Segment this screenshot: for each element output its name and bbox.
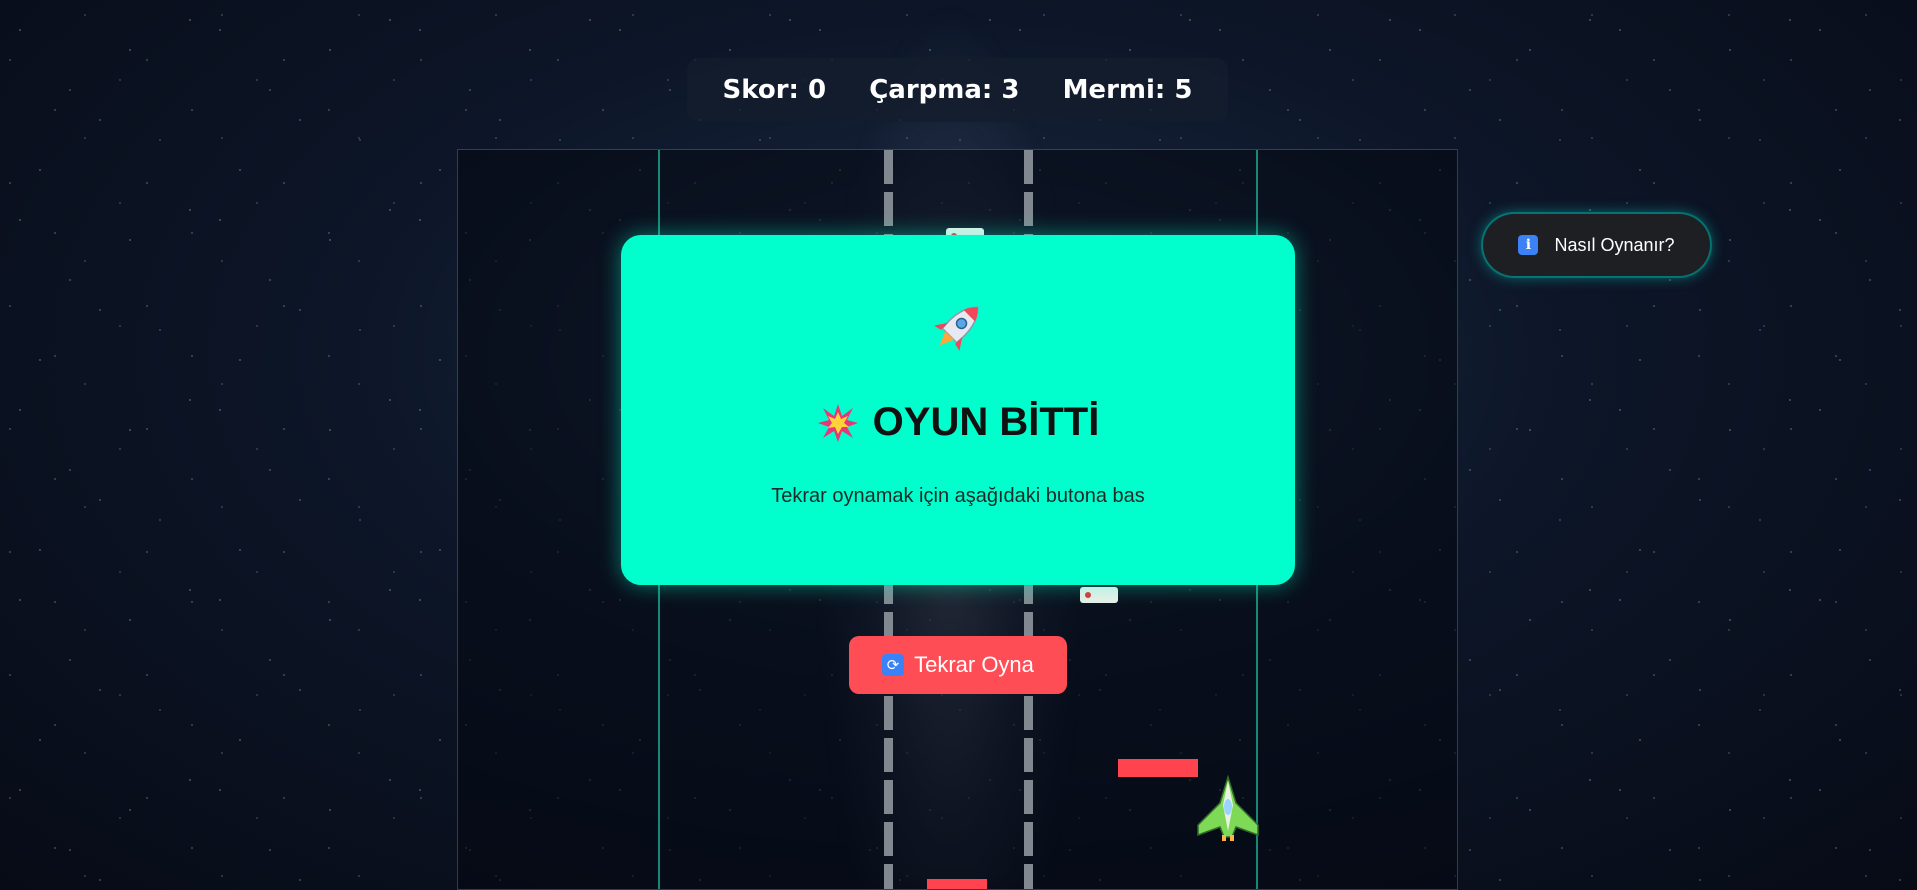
- obstacle-block: [927, 879, 987, 889]
- explosion-icon: [817, 403, 858, 442]
- how-to-play-button[interactable]: i Nasıl Oynanır?: [1483, 214, 1710, 276]
- game-over-title-row: OYUN BİTTİ: [621, 400, 1295, 445]
- enemy-car: [1080, 587, 1118, 603]
- replay-button-label: Tekrar Oyna: [914, 652, 1034, 677]
- game-over-dialog: OYUN BİTTİ Tekrar oynamak için aşağıdaki…: [621, 235, 1295, 585]
- rocket-icon: [933, 306, 979, 352]
- info-icon: i: [1518, 235, 1539, 255]
- obstacle-block: [1118, 759, 1198, 777]
- game-over-subtitle: Tekrar oynamak için aşağıdaki butona bas: [771, 485, 1145, 507]
- refresh-icon: ⟳: [882, 654, 905, 676]
- score-bar: Skor: 0 Çarpma: 3 Mermi: 5: [687, 58, 1228, 122]
- ammo-display: Mermi: 5: [1062, 75, 1193, 105]
- score-display: Skor: 0: [722, 75, 827, 105]
- game-over-title: OYUN BİTTİ: [872, 400, 1100, 444]
- how-to-play-label: Nasıl Oynanır?: [1554, 234, 1675, 255]
- player-spaceship-icon: [1197, 775, 1259, 841]
- replay-button[interactable]: ⟳ Tekrar Oyna: [849, 636, 1067, 694]
- crash-count-display: Çarpma: 3: [869, 75, 1020, 105]
